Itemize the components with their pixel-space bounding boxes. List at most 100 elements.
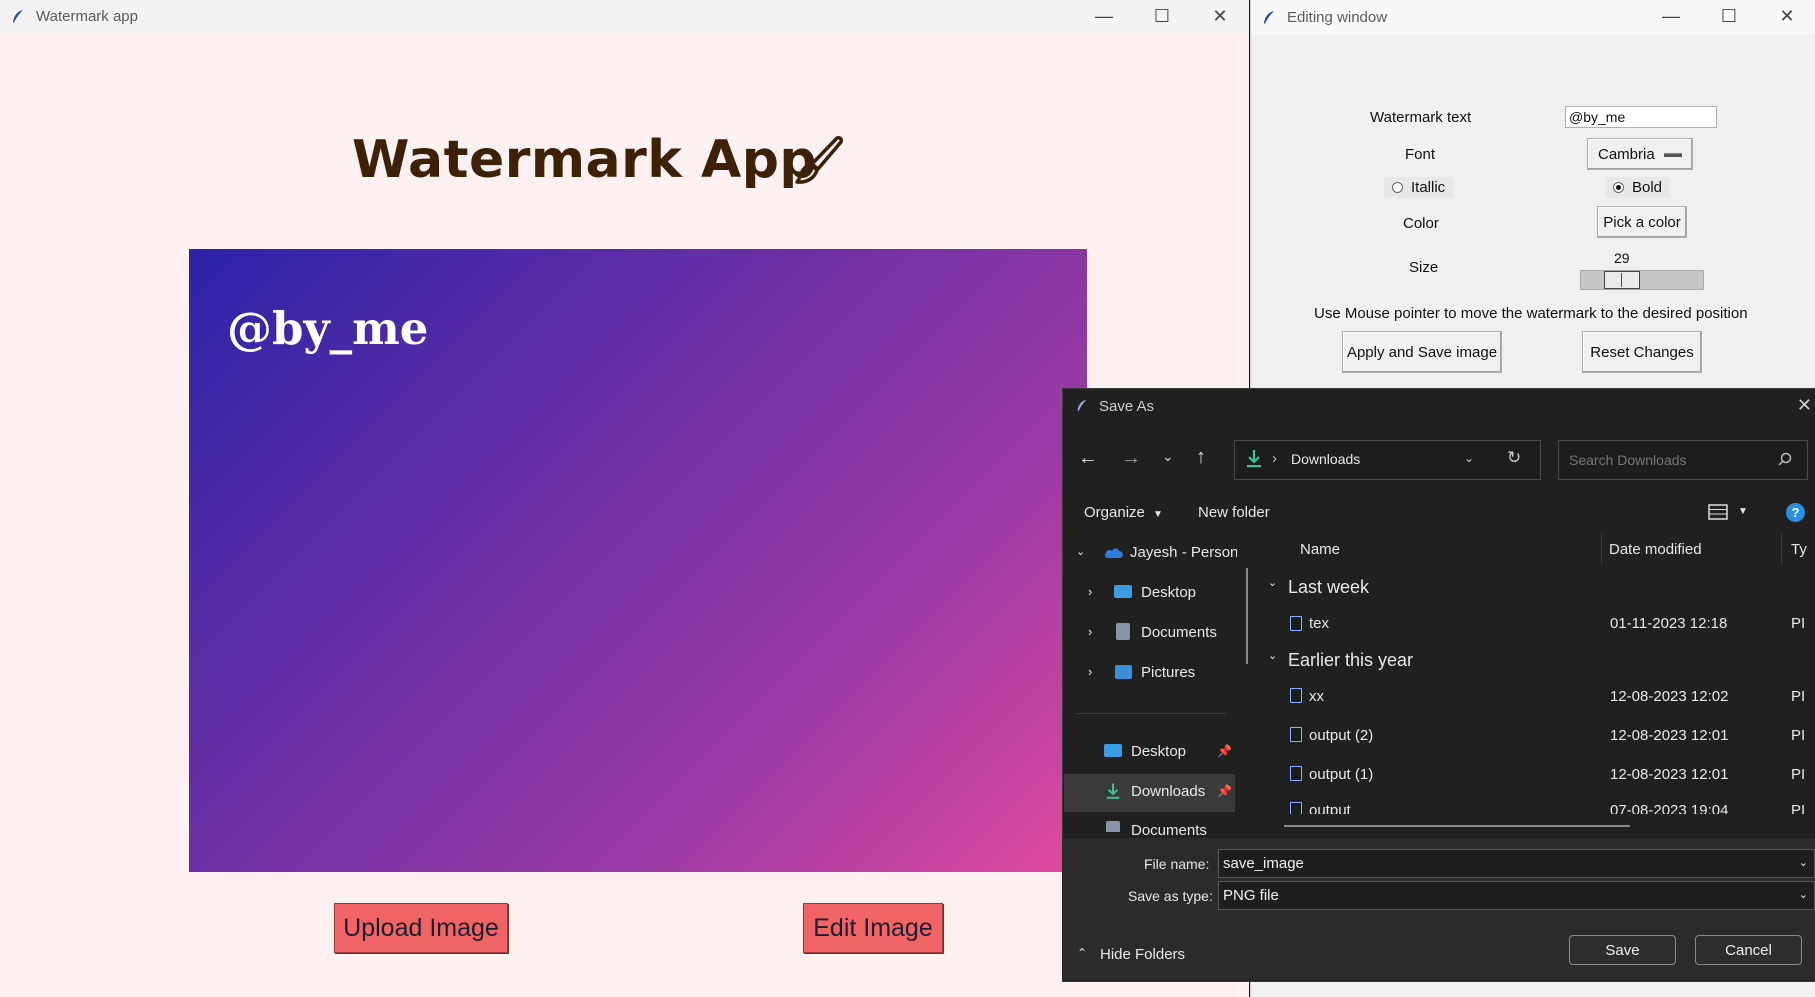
apply-save-button[interactable]: Apply and Save image	[1342, 331, 1502, 373]
view-dropdown-icon[interactable]: ▼	[1738, 506, 1748, 517]
forward-arrow-icon[interactable]: →	[1121, 447, 1141, 470]
italic-radio-dot	[1392, 182, 1403, 193]
font-dropdown-value: Cambria	[1598, 145, 1655, 163]
help-icon[interactable]: ?	[1786, 503, 1805, 522]
size-slider-track[interactable]	[1580, 270, 1704, 290]
chevron-right-icon[interactable]: ›	[1088, 584, 1092, 599]
file-type: PI	[1791, 615, 1806, 632]
file-row-partial: output 07-08-2023 19:04 PI	[1262, 800, 1815, 814]
chevron-down-icon[interactable]: ⌄	[1076, 545, 1085, 558]
column-type[interactable]: Ty	[1791, 541, 1811, 558]
editing-titlebar[interactable]: Editing window — ☐ ✕	[1251, 0, 1815, 35]
bold-radio[interactable]: Bold	[1605, 177, 1671, 198]
upload-image-button[interactable]: Upload Image	[334, 903, 508, 953]
save-button[interactable]: Save	[1569, 935, 1676, 965]
minimize-button[interactable]: —	[1642, 0, 1700, 33]
file-name-input[interactable]: save_image ⌄	[1218, 849, 1815, 878]
group-collapse-icon[interactable]: ⌄	[1268, 576, 1277, 589]
watermark-text-input[interactable]	[1565, 106, 1717, 128]
main-window-title: Watermark app	[36, 8, 138, 25]
column-divider[interactable]	[1601, 534, 1602, 564]
editing-window-title: Editing window	[1287, 9, 1388, 26]
group-collapse-icon[interactable]: ⌄	[1268, 649, 1277, 662]
file-name[interactable]: output (1)	[1309, 766, 1373, 783]
cancel-button[interactable]: Cancel	[1695, 935, 1802, 965]
file-name[interactable]: xx	[1309, 688, 1324, 705]
nav-tree-item-pictures[interactable]: Pictures	[1141, 664, 1195, 681]
back-arrow-icon[interactable]: ←	[1078, 447, 1098, 470]
close-button[interactable]: ✕	[1758, 0, 1815, 33]
column-date-modified[interactable]: Date modified	[1609, 541, 1702, 558]
file-name-value: save_image	[1223, 855, 1304, 872]
nav-account[interactable]: Jayesh - Persona	[1130, 544, 1237, 561]
font-label: Font	[1405, 146, 1436, 163]
maximize-button[interactable]: ☐	[1700, 0, 1758, 33]
address-folder[interactable]: Downloads	[1291, 451, 1360, 467]
edit-image-button[interactable]: Edit Image	[803, 903, 943, 953]
column-divider[interactable]	[1781, 534, 1782, 564]
image-file-icon	[1290, 688, 1302, 703]
group-header-earlier-this-year[interactable]: Earlier this year	[1288, 650, 1413, 671]
chevron-right-icon[interactable]: ›	[1088, 664, 1092, 679]
quick-access-desktop[interactable]: Desktop	[1131, 743, 1186, 760]
reset-changes-button[interactable]: Reset Changes	[1582, 331, 1702, 373]
save-type-value: PNG file	[1223, 887, 1279, 904]
pick-color-button[interactable]: Pick a color	[1597, 206, 1687, 238]
nav-tree-item-documents[interactable]: Documents	[1141, 624, 1217, 641]
bold-label: Bold	[1632, 179, 1663, 196]
italic-radio[interactable]: Itallic	[1384, 177, 1454, 198]
documents-folder-icon	[1116, 623, 1130, 640]
feather-icon	[1077, 399, 1087, 412]
minimize-button[interactable]: —	[1075, 0, 1133, 33]
horizontal-scrollbar[interactable]	[1284, 825, 1630, 827]
file-list	[1260, 530, 1815, 830]
color-label: Color	[1403, 215, 1439, 232]
column-name[interactable]: Name	[1300, 541, 1340, 558]
save-dialog-titlebar[interactable]: Save As ✕	[1063, 389, 1815, 423]
main-titlebar[interactable]: Watermark app — ☐ ✕	[0, 0, 1249, 33]
file-type: PI	[1791, 727, 1806, 744]
dialog-close-icon[interactable]: ✕	[1797, 395, 1812, 416]
file-name[interactable]: output (2)	[1309, 727, 1373, 744]
file-name-label: File name:	[1144, 856, 1210, 872]
close-button[interactable]: ✕	[1191, 0, 1249, 33]
chevron-up-icon[interactable]: ⌃	[1077, 946, 1087, 960]
chevron-right-icon[interactable]: ›	[1088, 624, 1092, 639]
search-input[interactable]	[1558, 440, 1808, 480]
maximize-button[interactable]: ☐	[1133, 0, 1191, 33]
watermark-preview[interactable]: @by_me	[227, 302, 428, 355]
file-name[interactable]: tex	[1309, 615, 1329, 632]
file-date: 12-08-2023 12:01	[1610, 727, 1729, 744]
save-type-select[interactable]: PNG file ⌄	[1218, 881, 1815, 910]
file-name[interactable]: output	[1309, 802, 1351, 814]
italic-label: Itallic	[1411, 179, 1446, 196]
file-type: PI	[1791, 766, 1806, 783]
nav-tree-item-desktop[interactable]: Desktop	[1141, 584, 1196, 601]
refresh-icon[interactable]: ↻	[1507, 448, 1521, 468]
group-header-last-week[interactable]: Last week	[1288, 577, 1369, 598]
up-arrow-icon[interactable]: ↑	[1196, 446, 1206, 469]
save-type-label: Save as type:	[1128, 888, 1213, 904]
recent-locations-chevron-icon[interactable]: ⌄	[1162, 448, 1174, 465]
file-name-dropdown-icon[interactable]: ⌄	[1799, 856, 1808, 869]
new-folder-button[interactable]: New folder	[1198, 504, 1270, 521]
file-type: PI	[1791, 802, 1806, 814]
font-dropdown[interactable]: Cambria	[1587, 138, 1693, 170]
instruction-text: Use Mouse pointer to move the watermark …	[1314, 305, 1748, 322]
address-dropdown-icon[interactable]: ⌄	[1464, 451, 1474, 465]
watermark-text-label: Watermark text	[1370, 109, 1472, 126]
nav-scrollbar[interactable]	[1246, 568, 1248, 664]
save-type-dropdown-icon[interactable]: ⌄	[1799, 888, 1808, 901]
file-type: PI	[1791, 688, 1806, 705]
download-folder-icon	[1247, 450, 1261, 468]
address-bar[interactable]	[1234, 440, 1541, 480]
quick-access-documents[interactable]: Documents	[1131, 822, 1207, 836]
hide-folders-button[interactable]: Hide Folders	[1100, 946, 1185, 963]
dropdown-indicator-icon	[1664, 153, 1682, 157]
organize-menu[interactable]: Organize ▼	[1084, 504, 1163, 521]
quick-access-downloads[interactable]: Downloads	[1131, 783, 1205, 800]
size-slider-thumb[interactable]	[1604, 271, 1640, 289]
image-file-icon	[1290, 727, 1302, 742]
view-options-icon[interactable]	[1708, 504, 1728, 520]
breadcrumb-separator-icon: ›	[1272, 450, 1277, 467]
